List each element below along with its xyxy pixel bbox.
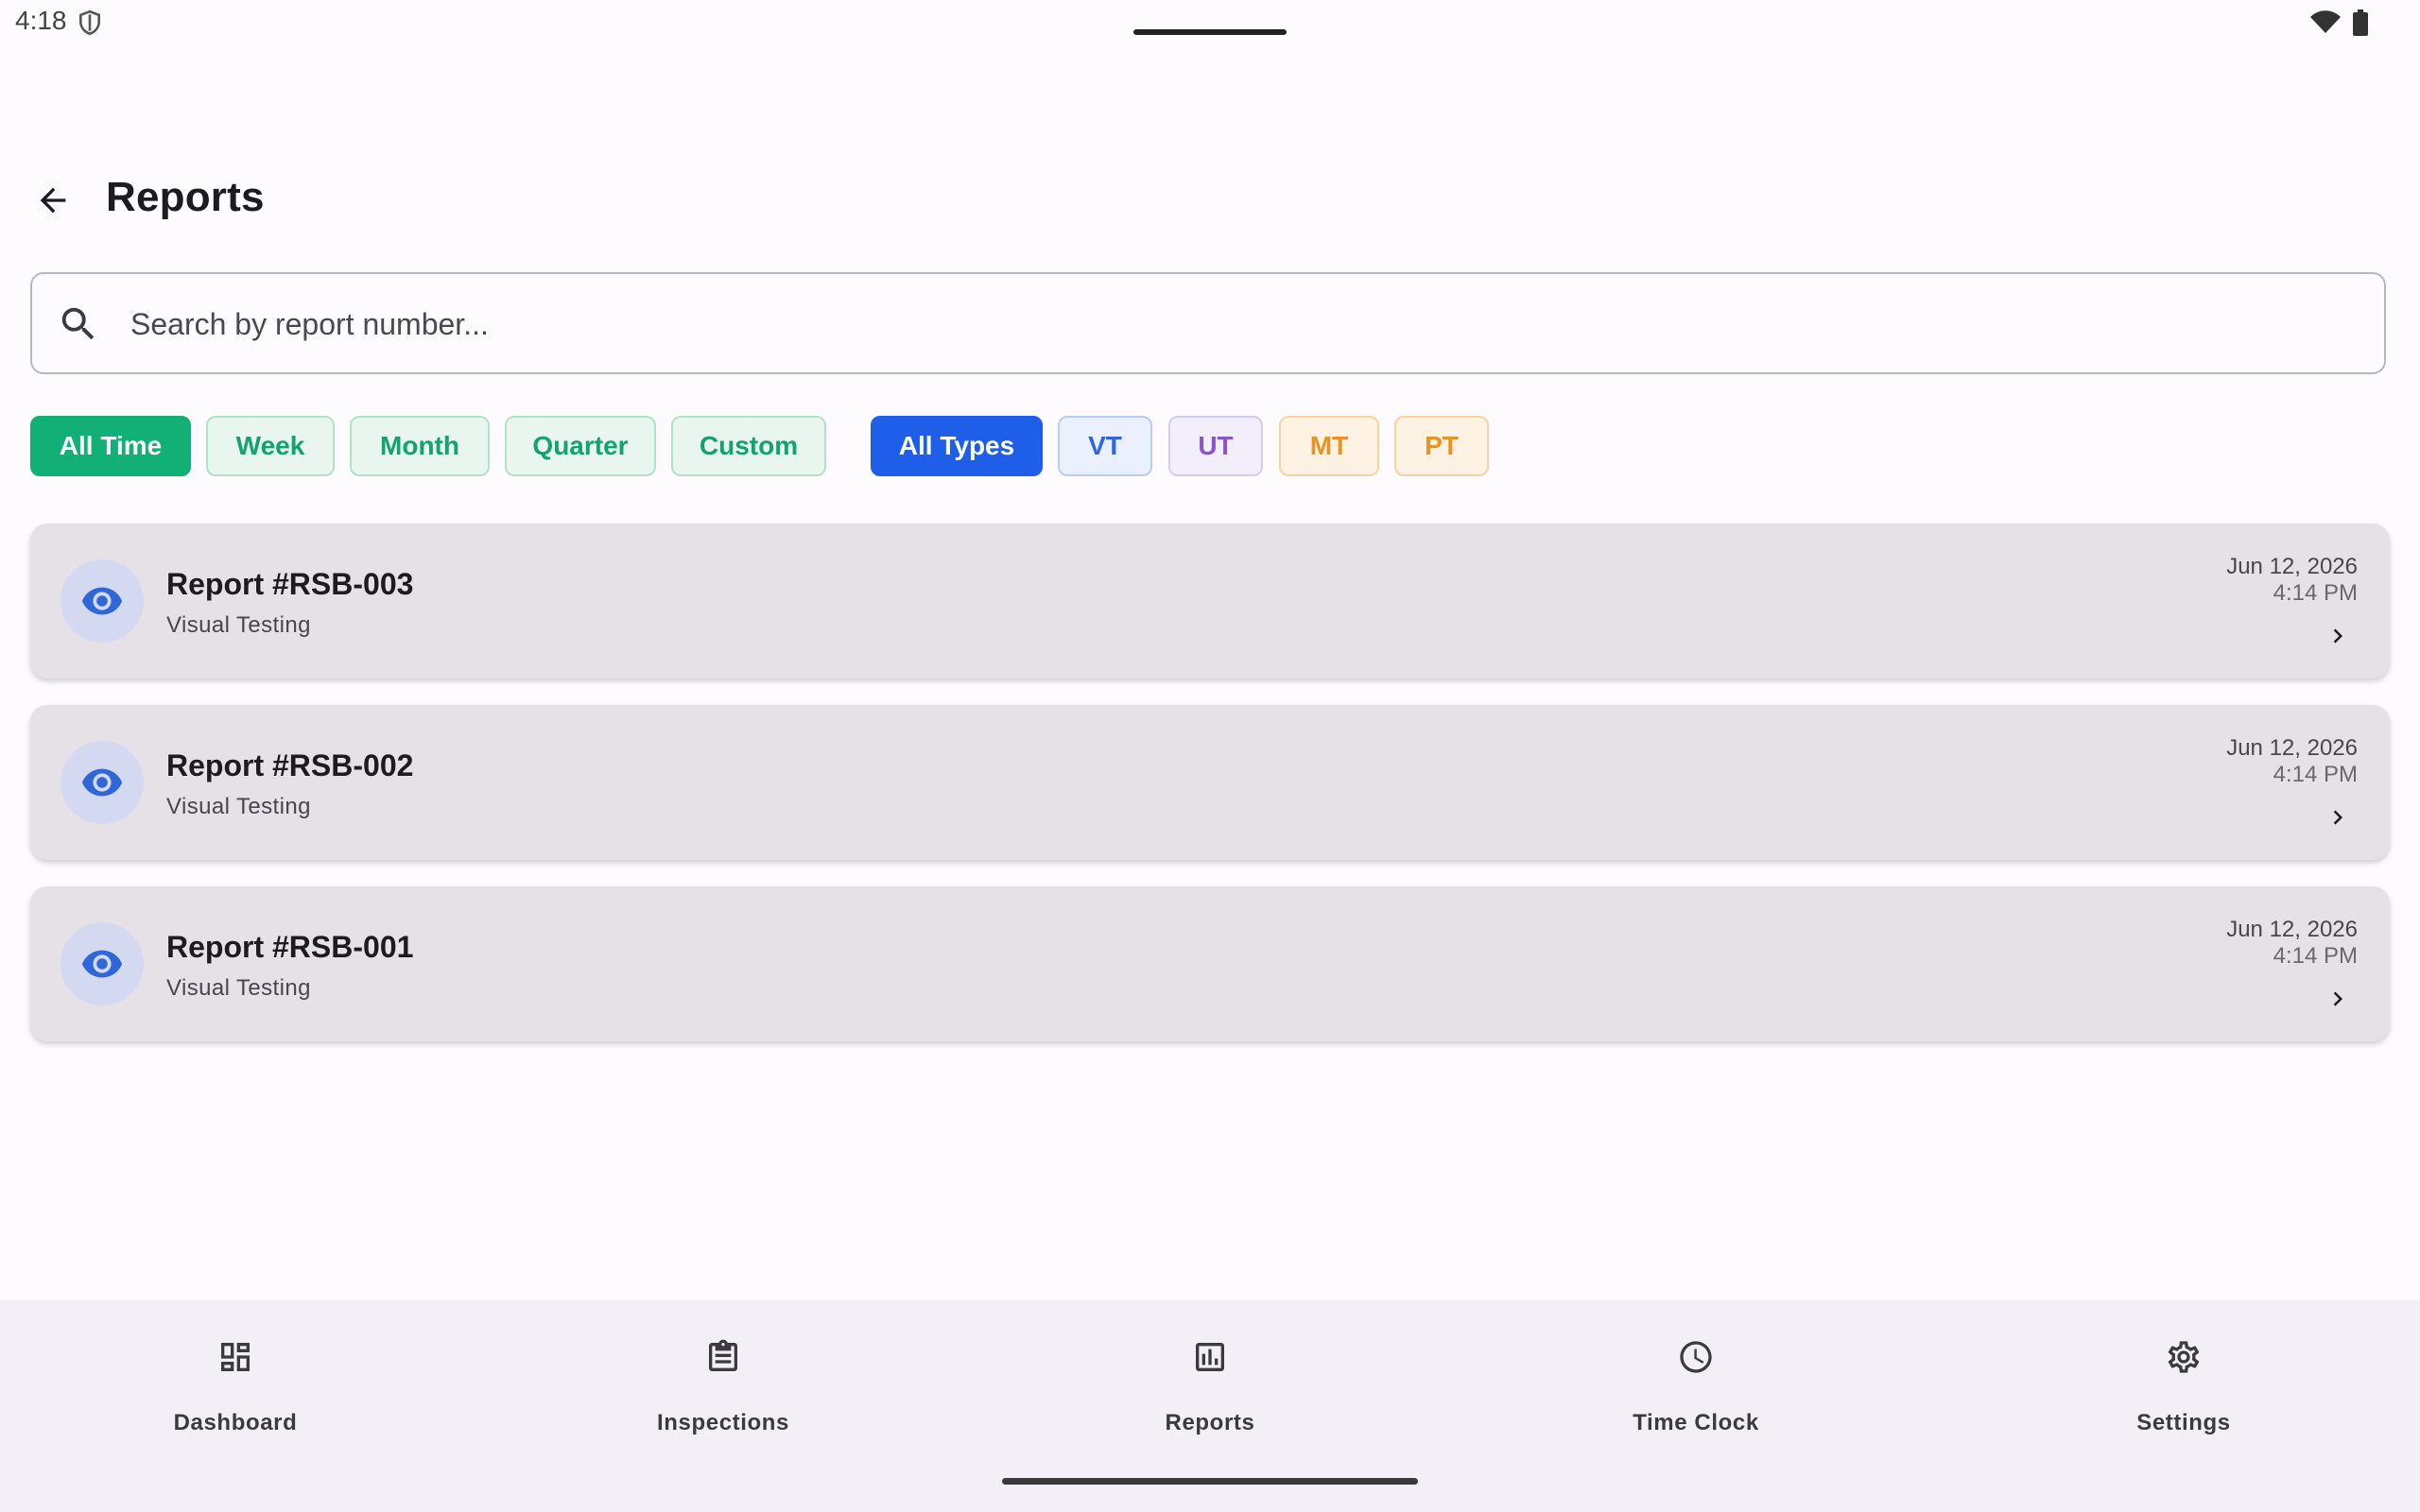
report-card[interactable]: Report #RSB-002 Visual Testing Jun 12, 2… (30, 705, 2390, 860)
search-input[interactable] (129, 291, 2363, 357)
clipboard-icon (709, 1339, 737, 1371)
nav-label: Time Clock (1633, 1410, 1759, 1435)
report-date: Jun 12, 2026 (2226, 554, 2358, 579)
filter-ut[interactable]: UT (1168, 416, 1263, 476)
filter-mt[interactable]: MT (1279, 416, 1379, 476)
top-handle (1133, 29, 1287, 35)
home-indicator[interactable] (1002, 1478, 1418, 1485)
app-bar: Reports (0, 159, 2420, 234)
report-time: 4:14 PM (2273, 943, 2358, 969)
report-time: 4:14 PM (2273, 580, 2358, 606)
gear-icon (2168, 1341, 2200, 1373)
report-date: Jun 12, 2026 (2226, 917, 2358, 942)
bar-chart-icon (1196, 1343, 1224, 1371)
status-bar: 4:18 (0, 0, 2420, 45)
battery-icon (2353, 9, 2368, 36)
shield-icon (79, 9, 100, 36)
reports-screen: 4:18 Reports All Time Week Month Qua (0, 0, 2420, 1512)
nav-dashboard[interactable]: Dashboard (94, 1329, 377, 1442)
filter-all-types[interactable]: All Types (871, 416, 1043, 476)
nav-label: Dashboard (173, 1410, 298, 1435)
status-time: 4:18 (15, 6, 67, 35)
chevron-right-icon (2333, 991, 2342, 1006)
report-time: 4:14 PM (2273, 762, 2358, 787)
report-title: Report #RSB-003 (166, 567, 414, 601)
report-type: Visual Testing (166, 975, 311, 1001)
nav-reports[interactable]: Reports (1068, 1329, 1352, 1442)
nav-label: Settings (2136, 1410, 2231, 1435)
page-title: Reports (106, 174, 265, 220)
arrow-back-icon (40, 187, 66, 214)
eye-icon (81, 950, 123, 978)
search-box[interactable] (30, 272, 2386, 374)
filter-week[interactable]: Week (206, 416, 335, 476)
report-type-avatar (60, 741, 144, 824)
report-card[interactable]: Report #RSB-003 Visual Testing Jun 12, 2… (30, 524, 2390, 679)
back-button[interactable] (25, 172, 81, 229)
report-type: Visual Testing (166, 794, 311, 819)
clock-icon (1680, 1341, 1712, 1373)
report-type-avatar (60, 922, 144, 1005)
filter-quarter[interactable]: Quarter (505, 416, 656, 476)
wifi-icon (2310, 10, 2341, 33)
filter-custom[interactable]: Custom (671, 416, 826, 476)
filter-all-time[interactable]: All Time (30, 416, 191, 476)
filter-vt[interactable]: VT (1058, 416, 1152, 476)
chevron-right-icon (2333, 810, 2342, 825)
report-title: Report #RSB-002 (166, 748, 414, 782)
search-icon (61, 307, 95, 340)
dashboard-icon (221, 1343, 250, 1371)
nav-inspections[interactable]: Inspections (581, 1329, 865, 1442)
report-type: Visual Testing (166, 612, 311, 638)
eye-icon (81, 587, 123, 615)
bottom-navigation: Dashboard Inspections Reports Time Clock (0, 1300, 2420, 1512)
nav-label: Inspections (657, 1410, 789, 1435)
nav-label: Reports (1165, 1410, 1255, 1435)
nav-settings[interactable]: Settings (2042, 1329, 2325, 1442)
filter-pt[interactable]: PT (1394, 416, 1489, 476)
report-type-avatar (60, 559, 144, 643)
nav-time-clock[interactable]: Time Clock (1554, 1329, 1838, 1442)
report-card[interactable]: Report #RSB-001 Visual Testing Jun 12, 2… (30, 886, 2390, 1041)
filter-month[interactable]: Month (350, 416, 490, 476)
report-date: Jun 12, 2026 (2226, 735, 2358, 761)
chevron-right-icon (2333, 628, 2342, 644)
report-title: Report #RSB-001 (166, 930, 414, 964)
eye-icon (81, 768, 123, 797)
